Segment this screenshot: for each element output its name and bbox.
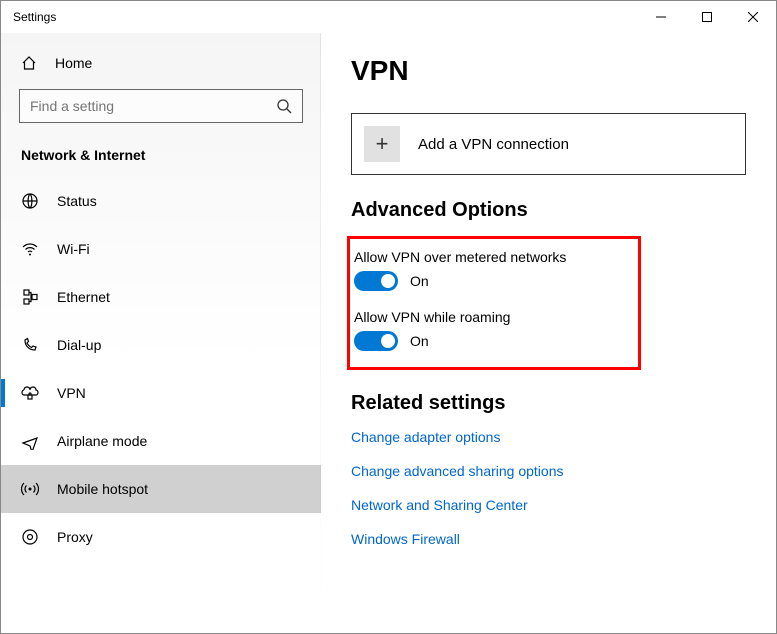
- hotspot-icon: [21, 480, 39, 498]
- sidebar-item-dialup[interactable]: Dial-up: [1, 321, 321, 369]
- content-pane: VPN + Add a VPN connection Advanced Opti…: [321, 33, 776, 633]
- search-icon: [276, 98, 292, 114]
- titlebar: Settings: [1, 1, 776, 33]
- airplane-icon: [21, 432, 39, 450]
- sidebar-item-label: Proxy: [57, 529, 93, 545]
- sidebar-item-label: Wi-Fi: [57, 241, 90, 257]
- sidebar-item-hotspot[interactable]: Mobile hotspot: [1, 465, 321, 513]
- link-advanced-sharing[interactable]: Change advanced sharing options: [351, 463, 746, 479]
- home-label: Home: [55, 55, 92, 71]
- sidebar-item-label: Ethernet: [57, 289, 110, 305]
- link-network-sharing-center[interactable]: Network and Sharing Center: [351, 497, 746, 513]
- ethernet-icon: [21, 288, 39, 306]
- sidebar-item-label: Status: [57, 193, 97, 209]
- advanced-options-heading: Advanced Options: [351, 199, 746, 222]
- add-vpn-label: Add a VPN connection: [418, 136, 569, 153]
- status-icon: [21, 192, 39, 210]
- close-button[interactable]: [730, 1, 776, 33]
- search-input[interactable]: [30, 98, 276, 114]
- add-vpn-button[interactable]: + Add a VPN connection: [351, 113, 746, 175]
- sidebar: Home Network & Internet Status Wi-Fi Eth…: [1, 33, 321, 633]
- vpn-icon: [21, 384, 39, 402]
- dialup-icon: [21, 336, 39, 354]
- sidebar-item-status[interactable]: Status: [1, 177, 321, 225]
- page-title: VPN: [351, 55, 746, 87]
- home-icon: [21, 55, 37, 71]
- settings-window: Settings Home Network & Internet Status: [0, 0, 777, 634]
- link-windows-firewall[interactable]: Windows Firewall: [351, 531, 746, 547]
- search-box[interactable]: [19, 89, 303, 123]
- metered-state: On: [410, 273, 429, 289]
- proxy-icon: [21, 528, 39, 546]
- window-title: Settings: [13, 10, 56, 24]
- minimize-button[interactable]: [638, 1, 684, 33]
- link-adapter-options[interactable]: Change adapter options: [351, 429, 746, 445]
- plus-icon: +: [364, 126, 400, 162]
- sidebar-item-label: Dial-up: [57, 337, 101, 353]
- sidebar-item-label: Airplane mode: [57, 433, 147, 449]
- sidebar-item-label: Mobile hotspot: [57, 481, 148, 497]
- roaming-toggle[interactable]: [354, 331, 398, 351]
- sidebar-item-proxy[interactable]: Proxy: [1, 513, 321, 561]
- roaming-state: On: [410, 333, 429, 349]
- metered-label: Allow VPN over metered networks: [354, 249, 638, 265]
- maximize-button[interactable]: [684, 1, 730, 33]
- sidebar-item-wifi[interactable]: Wi-Fi: [1, 225, 321, 273]
- nav-list: Status Wi-Fi Ethernet Dial-up VPN Airpla…: [1, 177, 321, 561]
- sidebar-item-ethernet[interactable]: Ethernet: [1, 273, 321, 321]
- category-heading: Network & Internet: [1, 139, 321, 177]
- related-settings-heading: Related settings: [351, 392, 746, 415]
- wifi-icon: [21, 240, 39, 258]
- metered-toggle[interactable]: [354, 271, 398, 291]
- sidebar-item-label: VPN: [57, 385, 86, 401]
- home-button[interactable]: Home: [1, 45, 321, 81]
- sidebar-item-airplane[interactable]: Airplane mode: [1, 417, 321, 465]
- sidebar-item-vpn[interactable]: VPN: [1, 369, 321, 417]
- related-links: Change adapter options Change advanced s…: [351, 429, 746, 547]
- roaming-label: Allow VPN while roaming: [354, 309, 638, 325]
- highlighted-region: Allow VPN over metered networks On Allow…: [347, 236, 641, 370]
